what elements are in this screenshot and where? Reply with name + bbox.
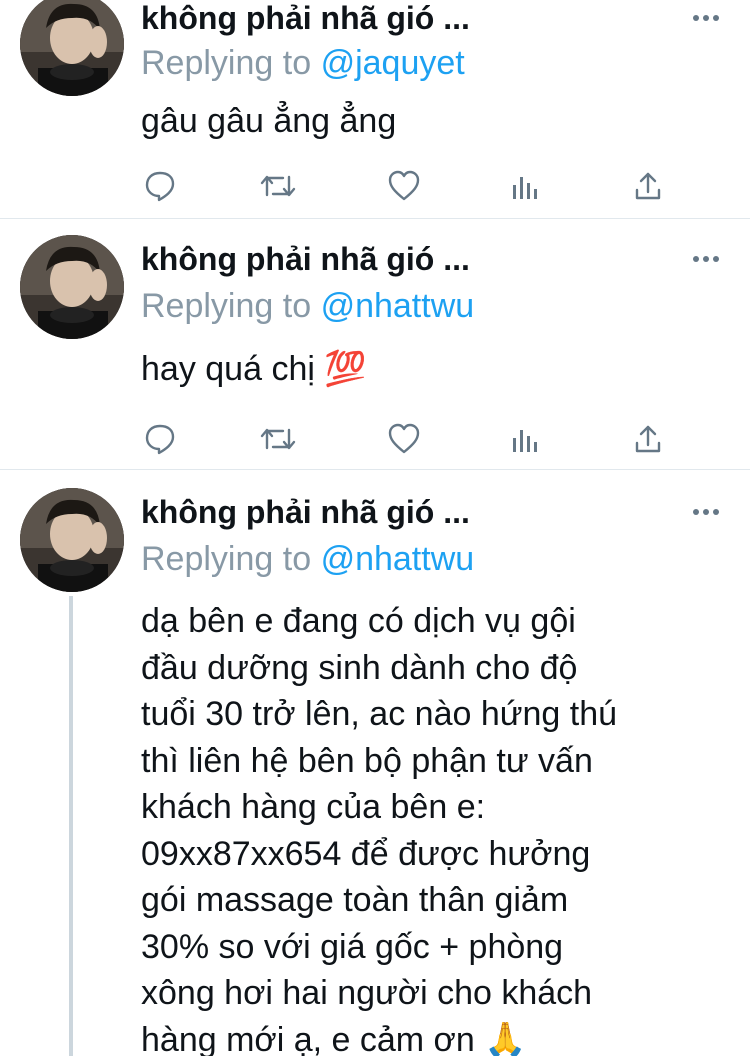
- tweet-2[interactable]: không phải nhã gió ... Replying to @nhat…: [0, 219, 750, 470]
- share-button[interactable]: [628, 419, 668, 459]
- tweet-feed: không phải nhã gió ... Replying to @jaqu…: [0, 0, 750, 1056]
- share-upload-icon: [635, 172, 661, 200]
- replying-to: Replying to @nhattwu: [141, 540, 474, 579]
- avatar[interactable]: [20, 488, 124, 592]
- replying-to: Replying to @jaquyet: [141, 44, 465, 83]
- reply-bubble-icon: [145, 424, 175, 455]
- retweet-icon: [260, 175, 296, 197]
- more-horizontal-icon[interactable]: [692, 14, 720, 22]
- tweet-text: gâu gâu ẳng ẳng: [141, 102, 397, 140]
- reply-bubble-icon: [145, 171, 175, 202]
- reply-button[interactable]: [140, 166, 180, 206]
- replying-to: Replying to @nhattwu: [141, 287, 474, 326]
- replying-to-label: Replying to: [141, 287, 312, 325]
- tweet-text: dạ bên e đang có dịch vụ gội đầu dưỡng s…: [141, 602, 618, 1056]
- avatar[interactable]: [20, 235, 124, 339]
- tweet-text: hay quá chị 💯: [141, 350, 367, 388]
- like-button[interactable]: [384, 419, 424, 459]
- bar-chart-icon: [513, 177, 537, 199]
- avatar[interactable]: [20, 0, 124, 96]
- tweet-1[interactable]: không phải nhã gió ... Replying to @jaqu…: [0, 0, 750, 219]
- stats-button[interactable]: [504, 166, 544, 206]
- more-horizontal-icon[interactable]: [692, 255, 720, 263]
- retweet-button[interactable]: [258, 419, 298, 459]
- stats-button[interactable]: [504, 419, 544, 459]
- replying-to-label: Replying to: [141, 540, 312, 578]
- action-bar: [140, 419, 680, 459]
- like-button[interactable]: [384, 166, 424, 206]
- reply-handle-link[interactable]: @nhattwu: [321, 287, 475, 325]
- retweet-icon: [260, 428, 296, 450]
- retweet-button[interactable]: [258, 166, 298, 206]
- tweet-3[interactable]: không phải nhã gió ... Replying to @nhat…: [0, 470, 750, 1056]
- heart-icon: [388, 170, 420, 201]
- display-name[interactable]: không phải nhã gió ...: [141, 0, 470, 37]
- share-upload-icon: [635, 425, 661, 453]
- bar-chart-icon: [513, 430, 537, 452]
- more-horizontal-icon[interactable]: [692, 508, 720, 516]
- thread-connector-line: [69, 596, 73, 1056]
- replying-to-label: Replying to: [141, 44, 312, 82]
- reply-handle-link[interactable]: @jaquyet: [321, 44, 465, 82]
- display-name[interactable]: không phải nhã gió ...: [141, 241, 470, 278]
- reply-button[interactable]: [140, 419, 180, 459]
- action-bar: [140, 166, 680, 206]
- display-name[interactable]: không phải nhã gió ...: [141, 494, 470, 531]
- heart-icon: [388, 423, 420, 454]
- reply-handle-link[interactable]: @nhattwu: [321, 540, 475, 578]
- share-button[interactable]: [628, 166, 668, 206]
